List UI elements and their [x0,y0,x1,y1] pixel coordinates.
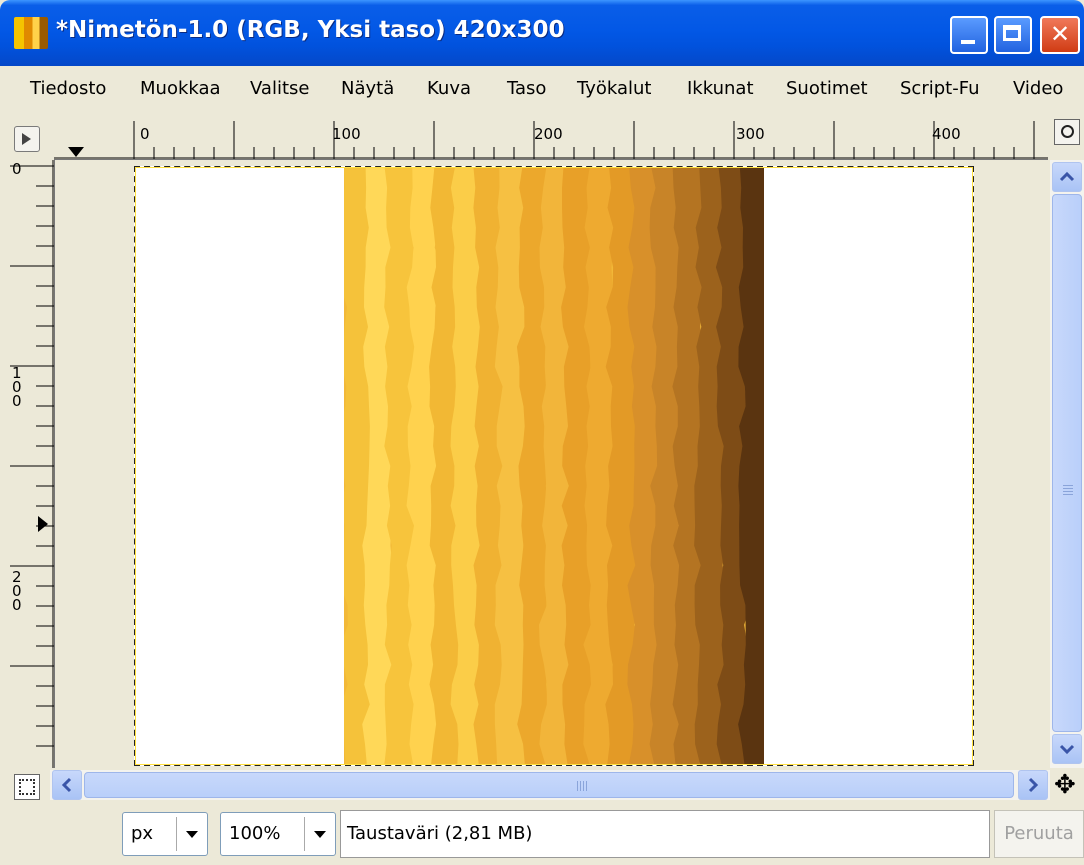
menu-script-fu[interactable]: Script-Fu [900,78,979,99]
hruler-label-200: 200 [534,125,563,143]
hruler-label-400: 400 [932,125,961,143]
hruler-label-300: 300 [736,125,765,143]
menu-kuva[interactable]: Kuva [427,78,471,99]
vruler-label-200: 2 0 0 [12,568,22,614]
menu-suotimet[interactable]: Suotimet [786,78,868,99]
window-title: *Nimetön-1.0 (RGB, Yksi taso) 420x300 [56,17,565,43]
wood-texture-layer [344,168,764,764]
gimp-image-icon [14,17,48,49]
grip-icon [577,781,589,791]
status-message: Taustaväri (2,81 MB) [340,810,990,858]
navigate-icon[interactable]: ✥ [1054,770,1076,800]
zoom-value: 100% [229,823,281,844]
menu-muokkaa[interactable]: Muokkaa [140,78,221,99]
vruler-label-0: 0 [12,160,22,178]
chevron-left-icon [61,777,72,793]
scroll-up-button[interactable] [1052,162,1082,192]
scroll-down-button[interactable] [1052,734,1082,764]
cancel-button[interactable]: Peruuta [994,810,1084,858]
vertical-scroll-thumb[interactable] [1052,194,1082,732]
menu-arrow-button[interactable] [14,126,40,152]
canvas-area[interactable] [55,160,1049,768]
vertical-ruler[interactable]: 0 1 0 0 2 0 0 [8,160,55,768]
dropdown-arrow-icon[interactable] [176,817,207,851]
menu-bar: Tiedosto Muokkaa Valitse Näytä Kuva Taso… [0,66,1084,116]
horizontal-scroll-thumb[interactable] [84,772,1014,798]
vertical-ruler-ticks [10,160,54,768]
chevron-right-icon [1028,777,1039,793]
zoom-selector[interactable]: 100% [220,812,336,856]
menu-tiedosto[interactable]: Tiedosto [30,78,106,99]
menu-tyokalut[interactable]: Työkalut [577,78,651,99]
minimize-button[interactable] [950,16,988,54]
close-button[interactable]: ✕ [1040,16,1080,54]
title-bar[interactable]: *Nimetön-1.0 (RGB, Yksi taso) 420x300 ✕ [0,0,1084,66]
zoom-image-button[interactable] [1054,119,1080,145]
vertical-scrollbar[interactable] [1050,160,1084,768]
wood-texture [344,168,764,764]
pointer-marker [38,516,48,532]
maximize-button[interactable] [994,16,1032,54]
image-canvas[interactable] [134,166,974,766]
menu-taso[interactable]: Taso [507,78,546,99]
close-icon: ✕ [1049,20,1071,48]
grip-icon [1063,485,1073,497]
vruler-label-100: 1 0 0 [12,364,22,410]
chevron-down-icon [1059,744,1075,755]
scroll-left-button[interactable] [52,770,82,800]
menu-ikkunat[interactable]: Ikkunat [687,78,754,99]
scroll-right-button[interactable] [1018,770,1048,800]
unit-value: px [131,823,154,844]
dropdown-arrow-icon[interactable] [304,817,335,851]
hruler-label-0: 0 [140,125,150,143]
quick-mask-toggle[interactable] [14,774,40,800]
menu-nayta[interactable]: Näytä [341,78,394,99]
chevron-up-icon [1059,171,1075,182]
pointer-marker [68,147,84,157]
horizontal-scrollbar[interactable] [50,770,1050,800]
unit-selector[interactable]: px [122,812,208,856]
hruler-label-100: 100 [332,125,361,143]
horizontal-ruler[interactable]: 0 100 200 300 400 [54,119,1048,160]
menu-valitse[interactable]: Valitse [250,78,309,99]
status-text: Taustaväri (2,81 MB) [347,823,533,844]
menu-video[interactable]: Video [1013,78,1063,99]
